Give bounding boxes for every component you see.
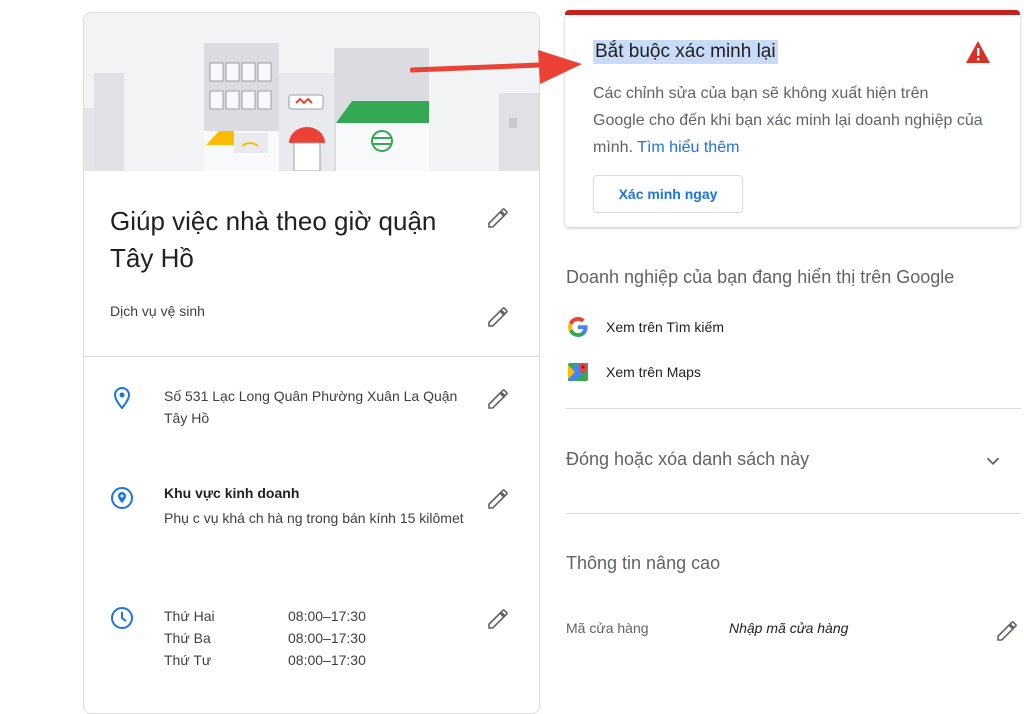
store-code-label: Mã cửa hàng bbox=[566, 620, 649, 636]
store-code-field[interactable]: Nhập mã cửa hàng bbox=[729, 620, 848, 636]
pencil-icon[interactable] bbox=[486, 206, 510, 230]
divider bbox=[566, 513, 1021, 514]
hours-day: Thứ Ba bbox=[164, 630, 211, 646]
view-on-search-link[interactable]: Xem trên Tìm kiếm bbox=[566, 315, 724, 339]
google-g-icon bbox=[567, 316, 588, 338]
hours-row: Thứ Tư 08:00–17:30 bbox=[164, 649, 366, 671]
hours-day: Thứ Tư bbox=[164, 652, 212, 668]
close-or-delete-listing-title[interactable]: Đóng hoặc xóa danh sách này bbox=[566, 449, 809, 470]
location-pin-icon bbox=[113, 386, 131, 410]
service-area-icon bbox=[111, 487, 133, 509]
business-name: Giúp việc nhà theo giờ quận Tây Hồ bbox=[110, 206, 437, 273]
warning-icon bbox=[966, 41, 990, 63]
reverification-alert: Bắt buộc xác minh lại Các chỉnh sửa của … bbox=[565, 10, 1020, 227]
hours-time: 08:00–17:30 bbox=[288, 608, 366, 624]
chevron-down-icon[interactable] bbox=[982, 450, 1004, 472]
google-visibility-title: Doanh nghiệp của bạn đang hiển thị trên … bbox=[566, 267, 955, 287]
alert-title: Bắt buộc xác minh lại bbox=[593, 40, 778, 64]
hours-time: 08:00–17:30 bbox=[288, 630, 366, 646]
view-on-maps-link[interactable]: Xem trên Maps bbox=[566, 360, 701, 384]
pencil-icon[interactable] bbox=[486, 305, 510, 329]
opening-hours: Thứ Hai 08:00–17:30 Thứ Ba 08:00–17:30 Thứ… bbox=[164, 605, 366, 671]
arrow-annotation bbox=[410, 50, 582, 84]
alert-accent-bar bbox=[565, 10, 1020, 15]
learn-more-link[interactable]: Tìm hiểu thêm bbox=[637, 139, 739, 156]
hours-time: 08:00–17:30 bbox=[288, 652, 366, 668]
divider bbox=[566, 408, 1021, 409]
alert-message: Các chỉnh sửa của bạn sẽ không xuất hiện… bbox=[593, 80, 983, 161]
business-category: Dịch vụ vệ sinh bbox=[110, 303, 205, 319]
pencil-icon[interactable] bbox=[486, 607, 510, 631]
storefront-illustration bbox=[84, 13, 539, 171]
google-maps-icon bbox=[568, 363, 588, 381]
hours-row: Thứ Ba 08:00–17:30 bbox=[164, 627, 366, 649]
business-address: Số 531 Lạc Long Quân Phường Xuân La Quận… bbox=[164, 388, 458, 426]
pencil-icon[interactable] bbox=[995, 619, 1019, 643]
business-profile-card: Giúp việc nhà theo giờ quận Tây Hồ Dịch … bbox=[83, 12, 540, 714]
service-area-description: Phụ c vụ khá ch hà ng trong bán kính 15 … bbox=[164, 510, 464, 526]
hours-day: Thứ Hai bbox=[164, 608, 215, 624]
view-on-maps-label: Xem trên Maps bbox=[606, 364, 701, 380]
service-area-title: Khu vực kinh doanh bbox=[164, 485, 300, 501]
divider bbox=[84, 356, 539, 357]
view-on-search-label: Xem trên Tìm kiếm bbox=[606, 319, 724, 335]
hours-row: Thứ Hai 08:00–17:30 bbox=[164, 605, 366, 627]
verify-now-button[interactable]: Xác minh ngay bbox=[593, 175, 743, 213]
pencil-icon[interactable] bbox=[486, 387, 510, 411]
clock-icon bbox=[111, 607, 133, 629]
advanced-info-title: Thông tin nâng cao bbox=[566, 553, 721, 573]
pencil-icon[interactable] bbox=[486, 487, 510, 511]
